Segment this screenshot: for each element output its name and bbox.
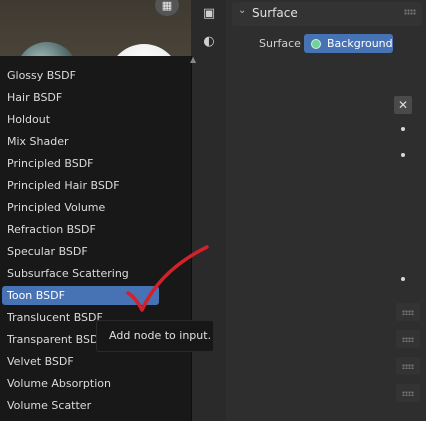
menu-item[interactable]: Principled Hair BSDF — [2, 176, 159, 195]
menu-item[interactable]: Mix Shader — [2, 132, 159, 151]
properties-tabs: ▣ ◐ — [191, 0, 226, 421]
bullet-icon — [401, 153, 405, 157]
shader-icon[interactable]: ◐ — [201, 33, 217, 49]
surface-label: Surface — [259, 37, 301, 50]
grid-icon[interactable]: ▦ — [155, 0, 179, 16]
menu-item[interactable]: Specular BSDF — [2, 242, 159, 261]
menu-item[interactable]: Holdout — [2, 110, 159, 129]
scroll-up-icon[interactable]: ▲ — [190, 55, 196, 64]
menu-item[interactable]: Principled BSDF — [2, 154, 159, 173]
drag-handle[interactable] — [396, 357, 420, 375]
drag-handle[interactable] — [396, 303, 420, 321]
bullet-icon — [401, 277, 405, 281]
menu-item[interactable]: Glossy BSDF — [2, 66, 159, 85]
menu-item[interactable]: Toon BSDF — [2, 286, 159, 305]
panel-title: Surface — [252, 6, 298, 20]
menu-item[interactable]: Hair BSDF — [2, 88, 159, 107]
bullet-icon — [401, 127, 405, 131]
surface-shader-value: Background — [327, 37, 393, 50]
drag-handle-icon[interactable] — [404, 9, 416, 15]
socket-dot-icon — [311, 38, 321, 49]
shader-menu: Glossy BSDF Hair BSDF Holdout Mix Shader Pri… — [0, 56, 192, 421]
image-icon[interactable]: ▣ — [201, 5, 217, 21]
chevron-down-icon: ⌄ — [238, 5, 247, 16]
tooltip: Add node to input. — [96, 320, 214, 352]
menu-item[interactable]: Velvet BSDF — [2, 352, 159, 371]
menu-item[interactable]: Subsurface Scattering — [2, 264, 159, 283]
menu-item[interactable]: Volume Absorption — [2, 374, 159, 393]
menu-item[interactable]: Volume Scatter — [2, 396, 159, 415]
menu-item[interactable]: Refraction BSDF — [2, 220, 159, 239]
surface-shader-field[interactable]: Background — [304, 34, 393, 53]
drag-handle[interactable] — [396, 330, 420, 348]
viewport[interactable]: ▦ — [0, 0, 191, 116]
menu-item[interactable]: Principled Volume — [2, 198, 159, 217]
surface-panel-header[interactable]: ⌄ Surface — [232, 2, 422, 26]
drag-handle[interactable] — [396, 384, 420, 402]
close-icon[interactable]: ✕ — [394, 96, 412, 114]
